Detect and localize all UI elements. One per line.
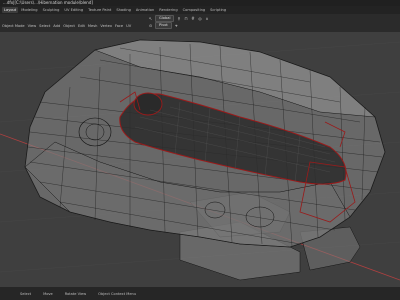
menu-add[interactable]: Add	[53, 24, 60, 28]
tool-header: ↖ Global ⚲ ⊓ # ◎ ∧ ⊙ Pivot ⌖ Object Mode…	[0, 14, 400, 32]
tab-modeling[interactable]: Modeling	[19, 7, 39, 13]
status-bar: Select Move Rotate View Object Context M…	[0, 287, 400, 300]
tab-shading[interactable]: Shading	[114, 7, 133, 13]
pivot-dropdown[interactable]: Pivot	[155, 21, 172, 29]
menu-select[interactable]: Select	[39, 24, 50, 28]
cursor-icon[interactable]: ↖	[148, 16, 153, 21]
menu-mesh[interactable]: Mesh	[88, 24, 97, 28]
pivot-row: ⊙ Pivot ⌖	[148, 21, 181, 29]
menu-object[interactable]: Object	[63, 24, 75, 28]
menu-view[interactable]: View	[28, 24, 37, 28]
link-icon[interactable]: ⚲	[176, 16, 181, 21]
3d-viewport[interactable]	[0, 32, 400, 287]
status-rotate-view: Rotate View	[64, 291, 87, 296]
menu-object-mode[interactable]: Object Mode	[2, 24, 25, 28]
proportional-icon[interactable]: ◎	[197, 16, 202, 21]
menu-vertex[interactable]: Vertex	[100, 24, 112, 28]
snap-icon[interactable]: ⌖	[174, 23, 179, 28]
orientation-dropdown[interactable]: Global	[155, 14, 175, 22]
menu-face[interactable]: Face	[115, 24, 123, 28]
falloff-icon[interactable]: ∧	[204, 16, 209, 21]
menu-edit[interactable]: Edit	[78, 24, 85, 28]
status-move: Move	[43, 291, 53, 296]
viewport-header-menus: Object Mode View Select Add Object Edit …	[0, 23, 152, 29]
transform-row: ↖ Global ⚲ ⊓ # ◎ ∧	[148, 14, 211, 22]
tab-texture-paint[interactable]: Texture Paint	[86, 7, 113, 13]
status-context-menu: Object Context Menu	[98, 291, 137, 296]
tab-sculpting[interactable]: Sculpting	[41, 7, 62, 13]
magnet-icon[interactable]: ⊓	[183, 16, 188, 21]
tab-uv-editing[interactable]: UV Editing	[62, 7, 85, 13]
tab-scripting[interactable]: Scripting	[208, 7, 228, 13]
tab-compositing[interactable]: Compositing	[181, 7, 208, 13]
viewport-canvas[interactable]	[0, 32, 400, 287]
status-select: Select	[20, 291, 32, 296]
tab-rendering[interactable]: Rendering	[157, 7, 179, 13]
tab-layout[interactable]: Layout	[2, 7, 19, 13]
hibernation-module-wireframe[interactable]	[24, 39, 386, 281]
tab-animation[interactable]: Animation	[134, 7, 156, 13]
workspace-tabs: Layout Modeling Sculpting UV Editing Tex…	[0, 6, 400, 14]
menu-uv[interactable]: UV	[126, 24, 131, 28]
grid-snap-icon[interactable]: #	[190, 16, 195, 21]
